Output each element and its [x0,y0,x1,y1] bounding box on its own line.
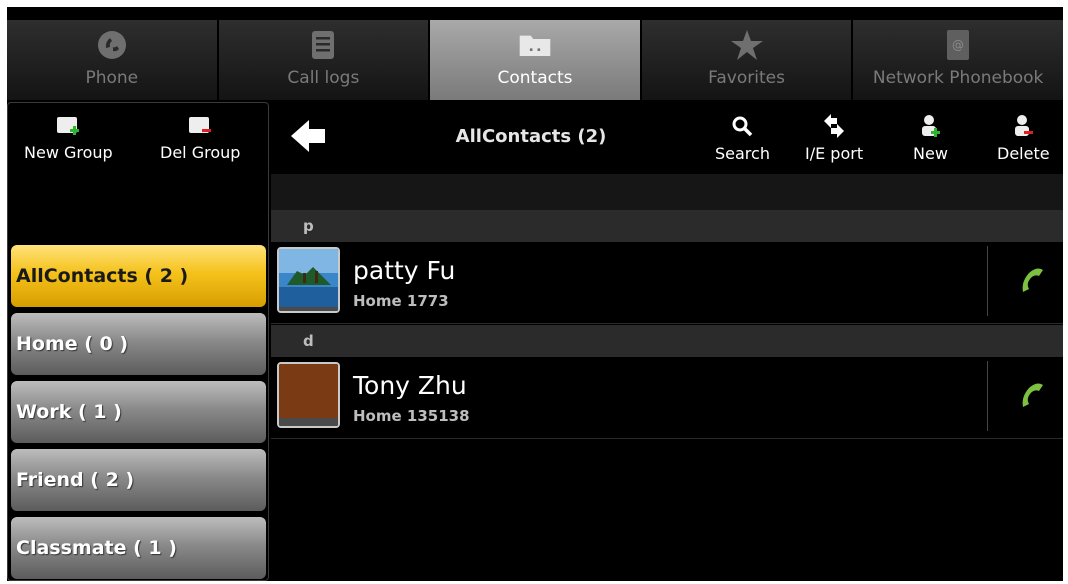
tab-favorites[interactable]: Favorites [641,20,854,100]
contact-name: Tony Zhu [353,371,467,400]
new-contact-icon [918,114,942,138]
contact-number: Home 1773 [353,292,449,310]
tab-label: Network Phonebook [872,68,1044,88]
new-group-button[interactable]: New Group [24,115,113,162]
new-group-label: New Group [24,143,113,162]
phone-handset-icon [1022,383,1043,407]
svg-text:@: @ [952,38,964,52]
section-header: p [271,210,1063,242]
new-contact-label: New [913,144,948,163]
avatar [277,247,340,313]
phone-screen: Phone Call logs Contacts Favorites @ Net… [7,7,1063,581]
tab-label: Phone [85,68,139,88]
del-group-label: Del Group [160,143,241,162]
group-home[interactable]: Home ( 0 ) [11,313,266,375]
group-work[interactable]: Work ( 1 ) [11,381,266,443]
avatar [277,362,340,428]
search-icon [730,114,754,138]
call-logs-icon [306,28,340,62]
group-friend[interactable]: Friend ( 2 ) [11,449,266,511]
divider [987,361,988,431]
back-button[interactable] [289,116,329,156]
action-bar: AllContacts (2) Search I/E port New Dele… [271,102,1063,174]
contact-name: patty Fu [353,256,456,285]
tab-bar: Phone Call logs Contacts Favorites @ Net… [7,20,1063,100]
contacts-icon [518,28,552,62]
new-group-icon [57,117,80,135]
delete-contact-icon [1011,114,1035,138]
contacts-pane: AllContacts (2) Search I/E port New Dele… [271,102,1063,581]
phone-handset-icon [1022,268,1043,292]
import-export-icon [822,114,846,138]
import-export-button[interactable]: I/E port [805,114,863,163]
new-contact-button[interactable]: New [913,114,948,163]
divider [987,246,988,316]
del-group-icon [189,117,212,133]
back-arrow-icon [291,120,325,152]
call-button[interactable] [1011,377,1051,417]
group-actions: New Group Del Group [8,103,270,183]
list-spacer [271,174,1063,210]
tab-label: Call logs [287,68,360,88]
group-sidebar: New Group Del Group AllContacts ( 2 ) Ho… [7,102,269,581]
tab-label: Favorites [708,68,785,88]
search-button[interactable]: Search [715,114,770,163]
phone-icon [95,28,129,62]
section-header: d [271,325,1063,357]
star-icon [730,28,764,62]
tab-label: Contacts [497,68,573,88]
tab-network-phonebook[interactable]: @ Network Phonebook [853,20,1063,100]
call-button[interactable] [1011,262,1051,302]
tab-call-logs[interactable]: Call logs [218,20,431,100]
contact-row[interactable]: Tony Zhu Home 135138 [271,357,1063,439]
group-allcontacts[interactable]: AllContacts ( 2 ) [11,245,266,307]
del-group-button[interactable]: Del Group [160,115,240,162]
contact-number: Home 135138 [353,407,470,425]
tab-contacts[interactable]: Contacts [430,20,642,100]
page-title: AllContacts (2) [455,126,607,147]
contact-row[interactable]: patty Fu Home 1773 [271,242,1063,324]
delete-contact-button[interactable]: Delete [997,114,1050,163]
import-export-label: I/E port [805,144,864,163]
tab-phone[interactable]: Phone [7,20,219,100]
group-classmate[interactable]: Classmate ( 1 ) [11,517,266,579]
search-label: Search [715,144,770,163]
network-phonebook-icon: @ [941,28,975,62]
delete-contact-label: Delete [997,144,1050,163]
